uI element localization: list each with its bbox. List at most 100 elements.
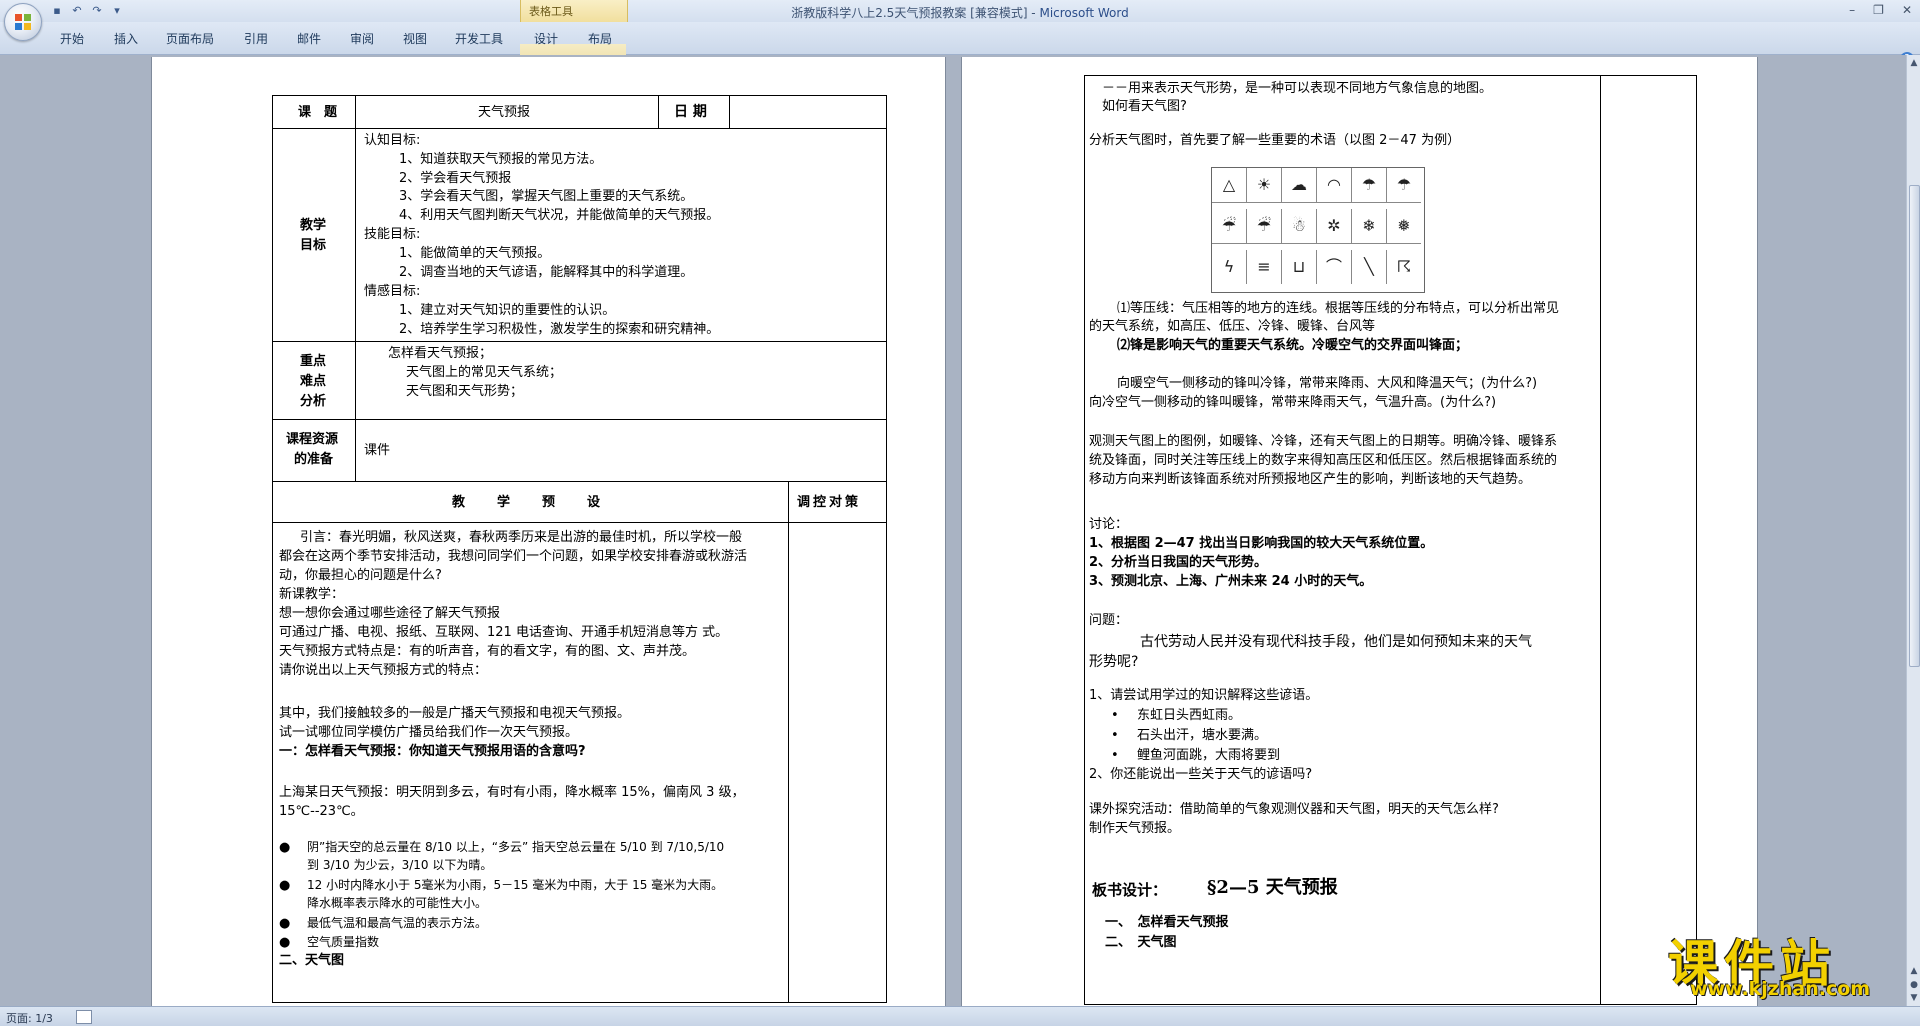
- plan-line: 动，你最担心的问题是什么?: [279, 568, 442, 583]
- plan-line: 天气预报方式特点是：有的听声音，有的看文字，有的图、文、声并茂。: [279, 644, 696, 659]
- goal-line: 技能目标:: [364, 227, 421, 242]
- resource-value: 课件: [364, 443, 391, 458]
- symbol-icon: ☀: [1247, 168, 1282, 203]
- tab-insert[interactable]: 插入: [114, 30, 138, 47]
- ribbon-tabs: 开始 插入 页面布局 引用 邮件 审阅 视图 开发工具 设计 布局 ?: [0, 22, 1920, 76]
- text-line: 古代劳动人民并没有现代科技手段，他们是如何预知未来的天气: [1140, 634, 1532, 650]
- tab-review[interactable]: 审阅: [350, 30, 374, 47]
- goal-line: 3、学会看天气图，掌握天气图上重要的天气系统。: [399, 189, 694, 204]
- symbol-icon: ☈: [1396, 257, 1412, 276]
- topic-value: 天气预报: [478, 105, 531, 120]
- symbol-icon: ⊔: [1282, 250, 1317, 284]
- board-design-label: 板书设计：: [1092, 881, 1168, 899]
- bullet-text: 最低气温和最高气温的表示方法。: [307, 916, 488, 930]
- plan-line: 新课教学：: [279, 587, 345, 602]
- plan-line: 引言：春光明媚，秋风送爽，春秋两季历来是出游的最佳时机，所以学校一般: [300, 530, 743, 545]
- symbol-icon: ≡: [1247, 250, 1282, 284]
- bullet-text: 12 小时内降水小于 5毫米为小雨，5－15 毫米为中雨，大于 15 毫米为大雨…: [307, 878, 724, 892]
- proverb: 鲤鱼河面跳，大雨将要到: [1137, 748, 1281, 763]
- goals-label-2: 目标: [300, 238, 327, 253]
- tab-home[interactable]: 开始: [60, 30, 84, 47]
- tab-view[interactable]: 视图: [403, 30, 427, 47]
- text-line: ⑵锋是影响天气的重要天气系统。冷暖空气的交界面叫锋面；: [1117, 338, 1469, 353]
- tab-mailings[interactable]: 邮件: [297, 30, 321, 47]
- office-button[interactable]: [4, 3, 42, 41]
- symbol-icon: ☁: [1282, 168, 1317, 203]
- vertical-scrollbar[interactable]: ▲ ▲ ● ▼: [1906, 55, 1920, 1006]
- symbol-icon: ☔: [1247, 209, 1282, 244]
- date-label: 日 期: [674, 104, 707, 120]
- text-line: 向暖空气一侧移动的锋叫冷锋，常带来降雨、大风和降温天气；(为什么?): [1117, 376, 1538, 391]
- tab-layout[interactable]: 布局: [588, 30, 612, 47]
- plan-heading: 二、天气图: [279, 953, 345, 968]
- goal-line: 认知目标:: [364, 133, 421, 148]
- goal-line: 1、能做简单的天气预报。: [399, 246, 551, 261]
- next-page-icon[interactable]: ▼: [1908, 992, 1920, 1004]
- proofing-icon[interactable]: [76, 1010, 92, 1024]
- text-line: 分析天气图时，首先要了解一些重要的术语（以图 2－47 为例）: [1089, 133, 1461, 148]
- text-line: 3、预测北京、上海、广州未来 24 小时的天气。: [1089, 574, 1373, 589]
- symbol-icon: ϟ: [1212, 250, 1247, 284]
- document-area: 课 题 天气预报 日 期 教学 目标 认知目标: 1、知道获取天气预报的常见方法…: [0, 55, 1906, 1006]
- symbol-icon: ☃: [1282, 209, 1317, 244]
- board-item: 一、 怎样看天气预报: [1105, 915, 1229, 930]
- plan-line: 上海某日天气预报：明天阴到多云，有时有小雨，降水概率 15%，偏南风 3 级，: [279, 785, 745, 800]
- window-controls: – ❐ ✕: [1849, 3, 1912, 17]
- text-line: 形势呢?: [1089, 654, 1139, 670]
- key-label-2: 难点: [300, 374, 327, 389]
- weather-symbol-grid: △ ☀ ☁ ◠ ☂ ☂ ☔ ☔ ☃ ✲ ❄ ❅ ϟ ≡ ⊔ ⌒ ╲ ☈: [1211, 167, 1425, 293]
- text-line: 向冷空气一侧移动的锋叫暖锋，常带来降雨天气，气温升高。(为什么?): [1089, 395, 1497, 410]
- bullet-icon: ●: [279, 840, 291, 855]
- page-2: －－用来表示天气形势，是一种可以表现不同地方气象信息的地图。 如何看天气图? 分…: [962, 57, 1757, 1006]
- tab-design[interactable]: 设计: [534, 30, 558, 47]
- text-line: 问题：: [1089, 613, 1129, 628]
- scroll-up-icon[interactable]: ▲: [1908, 57, 1920, 69]
- goals-label-1: 教学: [300, 218, 327, 233]
- symbol-icon: ☂: [1387, 168, 1421, 203]
- text-line: 课外探究活动：借助简单的气象观测仪器和天气图，明天的天气怎么样?: [1089, 802, 1499, 817]
- text-line: 制作天气预报。: [1089, 821, 1181, 836]
- symbol-icon: ☔: [1212, 209, 1247, 244]
- title-bar: 表格工具 ▪ ↶ ↷ ▾ 浙教版科学八上2.5天气预报教案 [兼容模式] - M…: [0, 0, 1920, 22]
- goal-line: 2、学会看天气预报: [399, 171, 512, 186]
- resource-label-2: 的准备: [294, 452, 334, 467]
- text-line: 观测天气图上的图例，如暖锋、冷锋，还有天气图上的日期等。明确冷锋、暖锋系: [1089, 434, 1558, 449]
- text-line: ⑴等压线：气压相等的地方的连线。根据等压线的分布特点，可以分析出常见: [1117, 301, 1560, 316]
- goal-line: 1、知道获取天气预报的常见方法。: [399, 152, 603, 167]
- symbol-icon: ☂: [1352, 168, 1387, 203]
- text-line: 的天气系统，如高压、低压、冷锋、暖锋、台风等: [1089, 319, 1376, 334]
- tab-references[interactable]: 引用: [244, 30, 268, 47]
- watermark-logo: 课件站 www.kjzhan.com: [1668, 924, 1898, 1004]
- tab-page-layout[interactable]: 页面布局: [166, 30, 214, 47]
- key-label-1: 重点: [300, 354, 327, 369]
- prev-page-icon[interactable]: ▲: [1908, 965, 1920, 977]
- bullet-text: 降水概率表示降水的可能性大小。: [307, 896, 488, 910]
- key-point: 怎样看天气预报；: [388, 346, 493, 361]
- bullet-icon: ●: [279, 916, 291, 931]
- plan-line: 试一试哪位同学模仿广播员给我们作一次天气预报。: [279, 725, 579, 740]
- bullet-icon: ●: [279, 935, 291, 950]
- close-icon[interactable]: ✕: [1902, 3, 1912, 17]
- bullet-icon: •: [1111, 708, 1119, 723]
- key-point: 天气图上的常见天气系统；: [406, 365, 563, 380]
- board-item: 二、 天气图: [1105, 935, 1177, 950]
- goal-line: 1、建立对天气知识的重要性的认识。: [399, 303, 616, 318]
- restore-icon[interactable]: ❐: [1873, 3, 1884, 17]
- bullet-text: 到 3/10 为少云，3/10 以下为晴。: [307, 858, 493, 872]
- text-line: 统及锋面，同时关注等压线上的数字来得知高压区和低压区。然后根据锋面系统的: [1089, 453, 1558, 468]
- proverb: 东虹日头西虹雨。: [1137, 708, 1242, 723]
- page-indicator[interactable]: 页面: 1/3: [6, 1010, 53, 1026]
- plan-header: 教 学 预 设: [452, 495, 603, 510]
- symbol-icon: ✲: [1317, 209, 1352, 244]
- text-line: 2、分析当日我国的天气形势。: [1089, 555, 1268, 570]
- plan-heading: 一：怎样看天气预报：你知道天气预报用语的含意吗?: [279, 744, 586, 759]
- proverb: 石头出汗，塘水要满。: [1137, 728, 1268, 743]
- scrollbar-thumb[interactable]: [1909, 185, 1920, 667]
- symbol-icon: ◠: [1317, 168, 1352, 203]
- text-line: 如何看天气图?: [1102, 99, 1187, 114]
- select-browse-icon[interactable]: ●: [1908, 979, 1920, 991]
- minimize-icon[interactable]: –: [1849, 3, 1855, 17]
- key-point: 天气图和天气形势；: [406, 384, 524, 399]
- tab-developer[interactable]: 开发工具: [455, 30, 503, 47]
- symbol-icon: △: [1212, 168, 1247, 203]
